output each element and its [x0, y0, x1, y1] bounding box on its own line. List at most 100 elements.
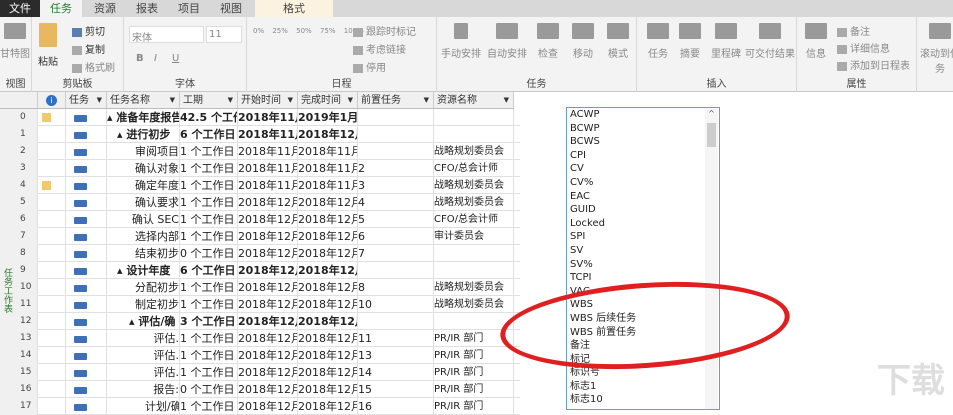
finish-cell[interactable]: 2018年12月: [298, 211, 358, 228]
field-option[interactable]: SV%: [567, 258, 719, 272]
task-mode-cell[interactable]: [66, 347, 107, 364]
field-option[interactable]: SV: [567, 244, 719, 258]
resource-cell[interactable]: 审计委员会: [434, 228, 514, 245]
table-row[interactable]: 13 评估. 1 个工作日 2018年12月 2018年12月 11 PR/IR 部门: [0, 330, 520, 347]
field-option[interactable]: 标志10: [567, 393, 719, 407]
predecessors-cell[interactable]: 4: [358, 194, 434, 211]
resource-cell[interactable]: [434, 262, 514, 279]
row-number[interactable]: 6: [0, 211, 38, 228]
field-option[interactable]: Locked: [567, 217, 719, 231]
field-option[interactable]: 标志1: [567, 380, 719, 394]
deliverable-button[interactable]: 可交付结果: [745, 23, 795, 60]
dropdown-arrow-icon[interactable]: ▼: [288, 92, 293, 109]
task-name-cell[interactable]: 制定初步: [107, 296, 180, 313]
select-all-header[interactable]: [0, 92, 38, 109]
task-name-cell[interactable]: 评估.: [107, 364, 180, 381]
predecessors-cell[interactable]: 15: [358, 381, 434, 398]
table-row[interactable]: 6 确认 SEC 1 个工作日 2018年12月 2018年12月 5 CFO/总会计师: [0, 211, 520, 228]
duration-cell[interactable]: 1 个工作日: [180, 398, 238, 415]
duration-cell[interactable]: 3 个工作日: [180, 313, 238, 330]
task-name-cell[interactable]: 选择内部: [107, 228, 180, 245]
start-cell[interactable]: 2018年12月: [238, 228, 298, 245]
duration-cell[interactable]: 1 个工作日: [180, 194, 238, 211]
task-name-cell[interactable]: 计划/确: [107, 398, 180, 415]
task-name-cell[interactable]: ▴ 准备年度报告: [107, 109, 180, 126]
task-mode-cell[interactable]: [66, 109, 107, 126]
start-cell[interactable]: 2018年11月: [238, 160, 298, 177]
field-option[interactable]: SPI: [567, 230, 719, 244]
task-name-cell[interactable]: 确认要求: [107, 194, 180, 211]
start-cell[interactable]: 2018年11月: [238, 143, 298, 160]
task-mode-cell[interactable]: [66, 296, 107, 313]
task-name-cell[interactable]: 分配初步: [107, 279, 180, 296]
tab-file[interactable]: 文件: [0, 0, 40, 17]
task-name-cell[interactable]: 确定年度: [107, 177, 180, 194]
details-button[interactable]: 详细信息: [837, 40, 890, 55]
scroll-up-icon[interactable]: ^: [705, 109, 718, 118]
duration-cell[interactable]: 6 个工作日: [180, 262, 238, 279]
tab-view[interactable]: 视图: [210, 0, 252, 17]
row-number[interactable]: 16: [0, 381, 38, 398]
start-cell[interactable]: 2018年12月: [238, 279, 298, 296]
start-cell[interactable]: 2018年12月: [238, 245, 298, 262]
gantt-chart-button[interactable]: 甘特图: [0, 23, 30, 60]
field-option[interactable]: CV: [567, 162, 719, 176]
predecessors-cell[interactable]: [358, 262, 434, 279]
dropdown-arrow-icon[interactable]: ▼: [97, 92, 102, 109]
percent-25-button[interactable]: 25%: [272, 27, 288, 35]
table-row[interactable]: 1 ▴ 进行初步6 个工作日2018年11月2018年12月: [0, 126, 520, 143]
start-cell[interactable]: 2018年12月: [238, 296, 298, 313]
font-size-select[interactable]: 11: [206, 26, 242, 43]
row-number[interactable]: 8: [0, 245, 38, 262]
resource-cell[interactable]: PR/IR 部门: [434, 347, 514, 364]
predecessors-cell[interactable]: 3: [358, 177, 434, 194]
row-number[interactable]: 2: [0, 143, 38, 160]
scroll-to-task-button[interactable]: 滚动到任务: [920, 23, 953, 75]
duration-cell[interactable]: 1 个工作日: [180, 211, 238, 228]
table-row[interactable]: 3 确认对象 1 个工作日 2018年11月 2018年11月 2 CFO/总会计师: [0, 160, 520, 177]
finish-cell[interactable]: 2018年12月: [298, 194, 358, 211]
field-option[interactable]: VAC: [567, 285, 719, 299]
row-number[interactable]: 7: [0, 228, 38, 245]
dropdown-arrow-icon[interactable]: ▼: [424, 92, 429, 109]
task-mode-cell[interactable]: [66, 126, 107, 143]
predecessors-cell[interactable]: [358, 313, 434, 330]
task-mode-cell[interactable]: [66, 398, 107, 415]
field-option[interactable]: ACWP: [567, 108, 719, 122]
duration-cell[interactable]: 6 个工作日: [180, 126, 238, 143]
percent-50-button[interactable]: 50%: [296, 27, 312, 35]
finish-cell[interactable]: 2018年12月: [298, 279, 358, 296]
predecessors-cell[interactable]: 10: [358, 296, 434, 313]
duration-cell[interactable]: 1 个工作日: [180, 347, 238, 364]
predecessors-cell[interactable]: 16: [358, 398, 434, 415]
column-header-resource[interactable]: 资源名称 ▼: [434, 92, 514, 109]
task-name-cell[interactable]: ▴ 评估/确: [107, 313, 180, 330]
field-option[interactable]: 标识号: [567, 366, 719, 380]
indicators-header[interactable]: i: [38, 92, 66, 109]
dropdown-arrow-icon[interactable]: ▼: [348, 92, 353, 109]
column-header-start[interactable]: 开始时间 ▼: [238, 92, 298, 109]
field-option[interactable]: 标记: [567, 353, 719, 367]
task-name-cell[interactable]: 审阅项目: [107, 143, 180, 160]
format-painter-button[interactable]: 格式刷: [72, 59, 115, 74]
task-mode-cell[interactable]: [66, 381, 107, 398]
row-number[interactable]: 3: [0, 160, 38, 177]
table-row[interactable]: 5 确认要求 1 个工作日 2018年12月 2018年12月 4 战略规划委员会: [0, 194, 520, 211]
task-mode-cell[interactable]: [66, 143, 107, 160]
column-header-finish[interactable]: 完成时间 ▼: [298, 92, 358, 109]
finish-cell[interactable]: 2018年12月: [298, 398, 358, 415]
predecessors-cell[interactable]: 8: [358, 279, 434, 296]
start-cell[interactable]: 2018年12月: [238, 381, 298, 398]
duration-cell[interactable]: 1 个工作日: [180, 330, 238, 347]
task-name-cell[interactable]: 确认对象: [107, 160, 180, 177]
paste-button[interactable]: 粘贴: [38, 23, 58, 68]
predecessors-cell[interactable]: 2: [358, 160, 434, 177]
copy-button[interactable]: 复制: [72, 41, 105, 56]
finish-cell[interactable]: 2018年12月: [298, 364, 358, 381]
predecessors-cell[interactable]: 7: [358, 245, 434, 262]
resource-cell[interactable]: 战略规划委员会: [434, 143, 514, 160]
start-cell[interactable]: 2018年11月: [238, 109, 298, 126]
field-option[interactable]: EAC: [567, 190, 719, 204]
table-row[interactable]: 11 制定初步 1 个工作日 2018年12月 2018年12月 10 战略规划委员会: [0, 296, 520, 313]
task-name-cell[interactable]: ▴ 进行初步: [107, 126, 180, 143]
